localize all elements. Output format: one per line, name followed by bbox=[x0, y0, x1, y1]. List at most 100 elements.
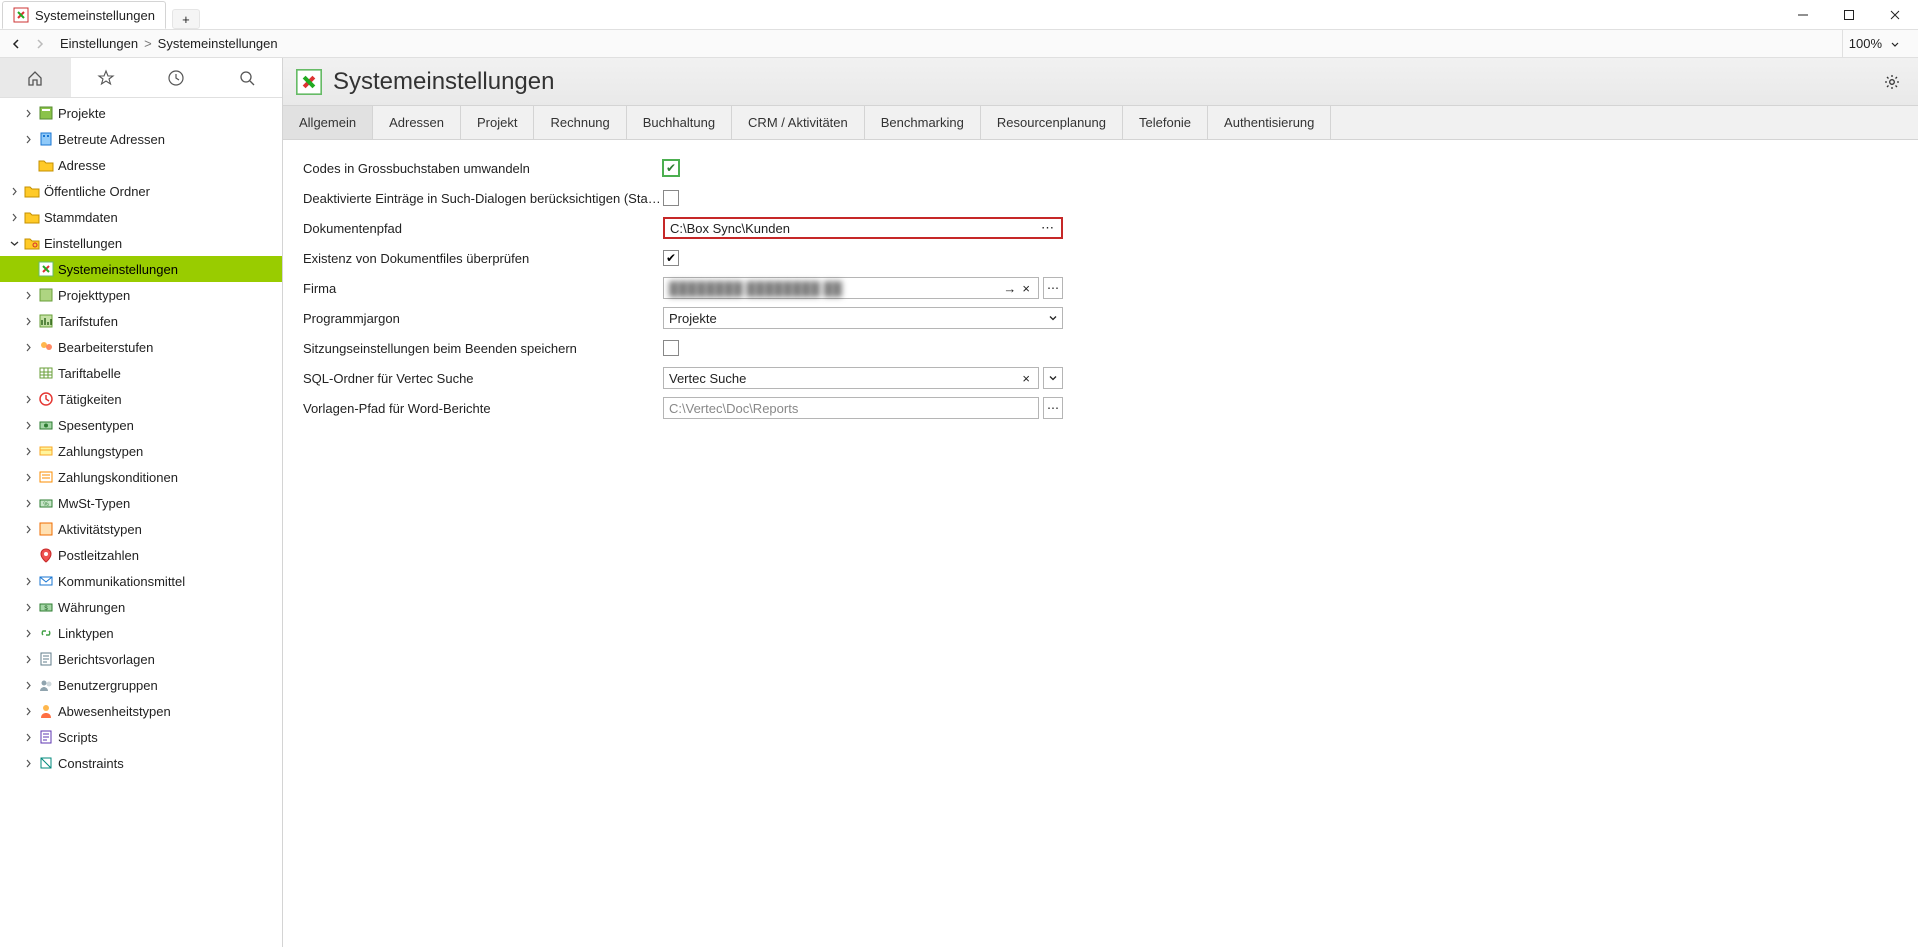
page-title: Systemeinstellungen bbox=[333, 68, 554, 96]
tree-item-systemeinstellungen[interactable]: Systemeinstellungen bbox=[0, 256, 282, 282]
tree-twisty-icon[interactable] bbox=[22, 627, 34, 639]
tree-item-einstellungen[interactable]: Einstellungen bbox=[0, 230, 282, 256]
tree-twisty-icon[interactable] bbox=[22, 393, 34, 405]
tree-twisty-icon[interactable] bbox=[22, 731, 34, 743]
tree-item-tarifstufen[interactable]: Tarifstufen bbox=[0, 308, 282, 334]
sidebar-favorites-button[interactable] bbox=[71, 58, 142, 97]
session-checkbox[interactable] bbox=[663, 340, 679, 356]
navbar: Einstellungen > Systemeinstellungen 100% bbox=[0, 30, 1918, 58]
tree-twisty-icon[interactable] bbox=[22, 107, 34, 119]
nav-forward-button[interactable] bbox=[28, 32, 52, 56]
tree-twisty-icon[interactable] bbox=[22, 315, 34, 327]
tree-twisty-icon[interactable] bbox=[22, 601, 34, 613]
sql-dropdown-button[interactable] bbox=[1043, 367, 1063, 389]
deactivated-checkbox[interactable] bbox=[663, 190, 679, 206]
docpath-input[interactable]: C:\Box Sync\Kunden ⋯ bbox=[663, 217, 1063, 239]
tree-twisty-icon[interactable] bbox=[22, 679, 34, 691]
tree-twisty-icon[interactable] bbox=[22, 705, 34, 717]
tree-twisty-icon[interactable] bbox=[22, 471, 34, 483]
tree-twisty-icon[interactable] bbox=[22, 523, 34, 535]
tree-twisty-icon[interactable] bbox=[22, 653, 34, 665]
tree-twisty-icon[interactable] bbox=[22, 757, 34, 769]
browser-tab[interactable]: Systemeinstellungen bbox=[2, 1, 166, 29]
tree-item-bearbeiterstufen[interactable]: Bearbeiterstufen bbox=[0, 334, 282, 360]
tree-item-betreute-adressen[interactable]: Betreute Adressen bbox=[0, 126, 282, 152]
minimize-button[interactable] bbox=[1780, 0, 1826, 30]
tree-twisty-icon[interactable] bbox=[22, 419, 34, 431]
tree-twisty-icon[interactable] bbox=[22, 575, 34, 587]
codes-upper-checkbox[interactable] bbox=[663, 160, 679, 176]
tree: ProjekteBetreute AdressenAdresseÖffentli… bbox=[0, 98, 282, 947]
sidebar: ProjekteBetreute AdressenAdresseÖffentli… bbox=[0, 58, 283, 947]
clear-icon[interactable]: × bbox=[1019, 281, 1033, 296]
settings-gear-button[interactable] bbox=[1878, 68, 1906, 96]
tab-crm-aktivit-ten[interactable]: CRM / Aktivitäten bbox=[732, 106, 865, 139]
tree-twisty-icon[interactable] bbox=[22, 497, 34, 509]
linktype-icon bbox=[38, 625, 54, 641]
tree-item-w-hrungen[interactable]: $Währungen bbox=[0, 594, 282, 620]
zoom-dropdown-button[interactable] bbox=[1890, 39, 1908, 49]
sidebar-home-button[interactable] bbox=[0, 58, 71, 97]
jargon-select[interactable]: Projekte bbox=[663, 307, 1063, 329]
tree-twisty-icon[interactable] bbox=[22, 341, 34, 353]
tplpath-input[interactable]: C:\Vertec\Doc\Reports bbox=[663, 397, 1039, 419]
tree-item-abwesenheitstypen[interactable]: Abwesenheitstypen bbox=[0, 698, 282, 724]
sidebar-search-button[interactable] bbox=[212, 58, 283, 97]
tree-item-mwst-typen[interactable]: %MwSt-Typen bbox=[0, 490, 282, 516]
ellipsis-icon[interactable]: ⋯ bbox=[1039, 220, 1056, 236]
tree-item-t-tigkeiten[interactable]: Tätigkeiten bbox=[0, 386, 282, 412]
sidebar-history-button[interactable] bbox=[141, 58, 212, 97]
tree-item-label: Scripts bbox=[58, 730, 98, 745]
tab-telefonie[interactable]: Telefonie bbox=[1123, 106, 1208, 139]
tree-item-benutzergruppen[interactable]: Benutzergruppen bbox=[0, 672, 282, 698]
tree-item-projekte[interactable]: Projekte bbox=[0, 100, 282, 126]
nav-back-button[interactable] bbox=[4, 32, 28, 56]
tree-item-stammdaten[interactable]: Stammdaten bbox=[0, 204, 282, 230]
tree-item-constraints[interactable]: Constraints bbox=[0, 750, 282, 776]
tree-twisty-icon[interactable] bbox=[8, 185, 20, 197]
tree-item-postleitzahlen[interactable]: Postleitzahlen bbox=[0, 542, 282, 568]
tree-item-label: Bearbeiterstufen bbox=[58, 340, 153, 355]
tree-twisty-icon[interactable] bbox=[22, 445, 34, 457]
sql-input[interactable]: Vertec Suche × bbox=[663, 367, 1039, 389]
tplpath-browse-button[interactable]: ⋯ bbox=[1043, 397, 1063, 419]
tab-allgemein[interactable]: Allgemein bbox=[283, 106, 373, 139]
tree-item-projekttypen[interactable]: Projekttypen bbox=[0, 282, 282, 308]
firma-input[interactable]: ████████ ████████ ██ → × bbox=[663, 277, 1039, 299]
tree-item-tariftabelle[interactable]: Tariftabelle bbox=[0, 360, 282, 386]
tab-rechnung[interactable]: Rechnung bbox=[534, 106, 626, 139]
firma-browse-button[interactable]: ⋯ bbox=[1043, 277, 1063, 299]
tree-twisty-icon[interactable] bbox=[8, 211, 20, 223]
breadcrumb-item[interactable]: Systemeinstellungen bbox=[158, 36, 278, 51]
tab-benchmarking[interactable]: Benchmarking bbox=[865, 106, 981, 139]
tree-item-berichtsvorlagen[interactable]: Berichtsvorlagen bbox=[0, 646, 282, 672]
tree-item-kommunikationsmittel[interactable]: Kommunikationsmittel bbox=[0, 568, 282, 594]
tree-item-spesentypen[interactable]: Spesentypen bbox=[0, 412, 282, 438]
tree-twisty-icon[interactable] bbox=[8, 237, 20, 249]
maximize-button[interactable] bbox=[1826, 0, 1872, 30]
close-button[interactable] bbox=[1872, 0, 1918, 30]
tree-item--ffentliche-ordner[interactable]: Öffentliche Ordner bbox=[0, 178, 282, 204]
tree-item-linktypen[interactable]: Linktypen bbox=[0, 620, 282, 646]
tab-adressen[interactable]: Adressen bbox=[373, 106, 461, 139]
tree-item-label: Systemeinstellungen bbox=[58, 262, 178, 277]
tab-projekt[interactable]: Projekt bbox=[461, 106, 534, 139]
tree-item-scripts[interactable]: Scripts bbox=[0, 724, 282, 750]
tab-resourcenplanung[interactable]: Resourcenplanung bbox=[981, 106, 1123, 139]
tab-authentisierung[interactable]: Authentisierung bbox=[1208, 106, 1331, 139]
tree-item-label: Benutzergruppen bbox=[58, 678, 158, 693]
tree-item-zahlungskonditionen[interactable]: Zahlungskonditionen bbox=[0, 464, 282, 490]
tree-item-zahlungstypen[interactable]: Zahlungstypen bbox=[0, 438, 282, 464]
tree-item-adresse[interactable]: Adresse bbox=[0, 152, 282, 178]
tree-twisty-icon[interactable] bbox=[22, 289, 34, 301]
folder-icon bbox=[24, 209, 40, 225]
tree-item-aktivit-tstypen[interactable]: Aktivitätstypen bbox=[0, 516, 282, 542]
jargon-value: Projekte bbox=[669, 311, 717, 326]
tab-buchhaltung[interactable]: Buchhaltung bbox=[627, 106, 732, 139]
docexist-checkbox[interactable] bbox=[663, 250, 679, 266]
new-tab-button[interactable]: + bbox=[172, 9, 200, 29]
tree-twisty-icon[interactable] bbox=[22, 133, 34, 145]
clear-icon[interactable]: × bbox=[1019, 371, 1033, 386]
breadcrumb-item[interactable]: Einstellungen bbox=[60, 36, 138, 51]
goto-icon[interactable]: → bbox=[1000, 281, 1019, 296]
